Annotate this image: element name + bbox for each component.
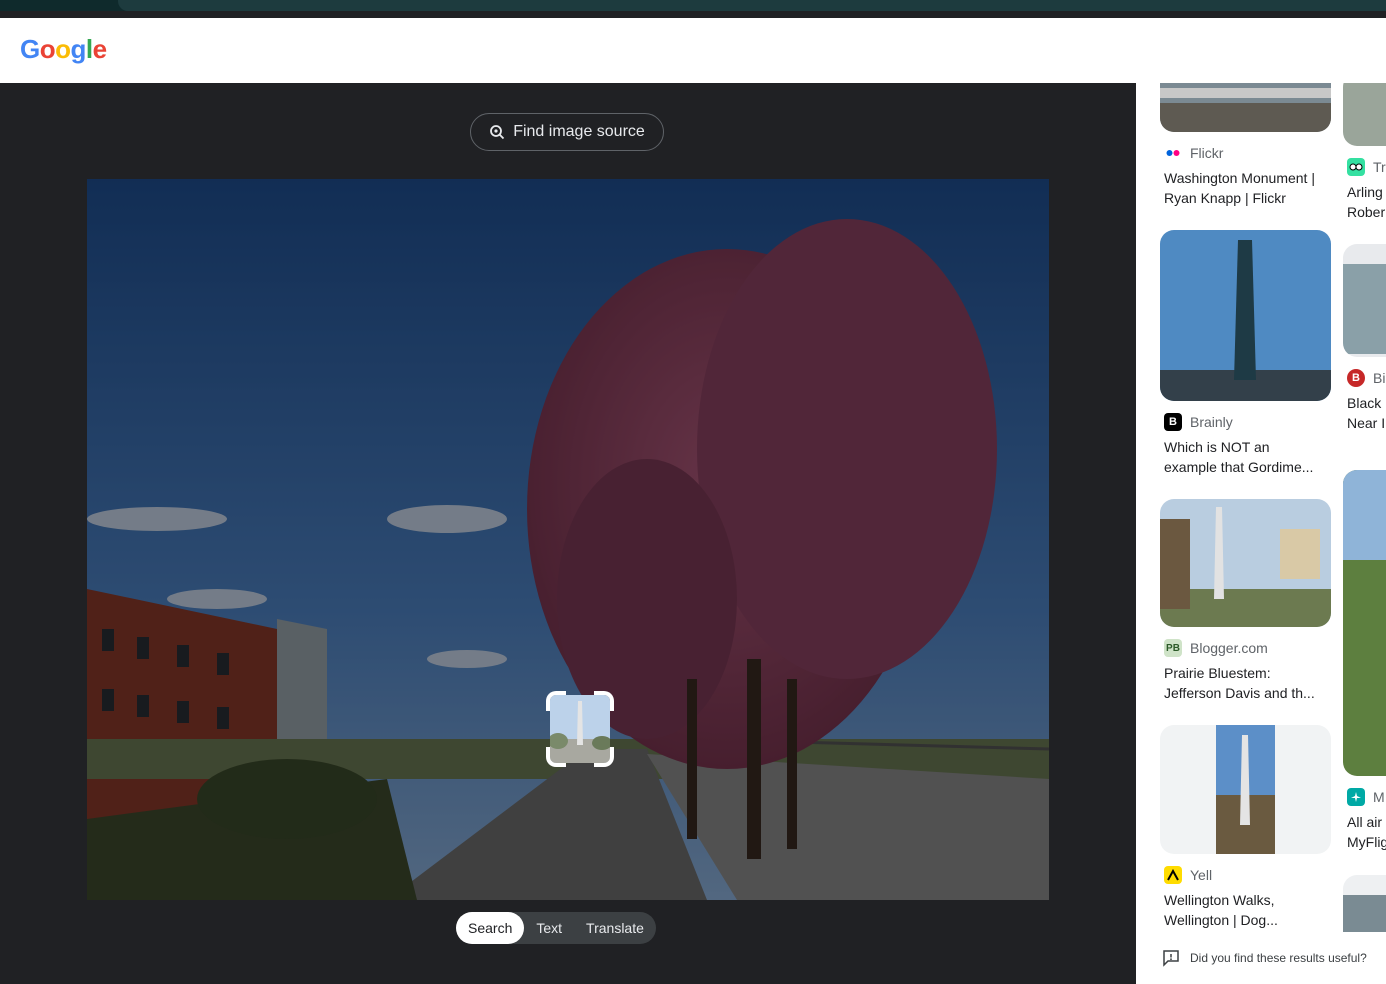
- find-image-source-label: Find image source: [513, 123, 645, 140]
- uploaded-photo[interactable]: [87, 179, 1049, 900]
- result-source-name: Brainly: [1190, 414, 1233, 430]
- result-thumbnail[interactable]: [1160, 83, 1331, 132]
- feedback-icon: [1163, 950, 1179, 967]
- blogger-icon: PB: [1164, 639, 1182, 657]
- result-title[interactable]: Arling Rober: [1343, 182, 1386, 222]
- browser-top-strip: [0, 0, 1386, 11]
- visual-matches-panel: Flickr Washington Monument | Ryan Knapp |…: [1136, 83, 1386, 984]
- result-thumbnail[interactable]: [1343, 244, 1386, 357]
- airplane-icon: [1347, 788, 1365, 806]
- lens-search-icon: [490, 125, 505, 140]
- result-source-name: Yell: [1190, 867, 1213, 883]
- result-thumbnail[interactable]: [1160, 230, 1331, 401]
- crop-handle-top-right[interactable]: [594, 691, 614, 711]
- crop-handle-top-left[interactable]: [546, 691, 566, 711]
- browser-address-strip[interactable]: [118, 0, 1386, 11]
- result-source: M: [1343, 788, 1386, 806]
- yell-icon: [1164, 866, 1182, 884]
- result-card[interactable]: M All air MyFlig: [1343, 470, 1386, 852]
- result-thumbnail[interactable]: [1160, 499, 1331, 627]
- result-card[interactable]: Tr Arling Rober: [1343, 83, 1386, 222]
- flickr-icon: [1164, 144, 1182, 162]
- result-title[interactable]: Which is NOT an example that Gordime...: [1160, 437, 1332, 477]
- crop-handle-bottom-left[interactable]: [546, 747, 566, 767]
- tab-text[interactable]: Text: [524, 912, 574, 944]
- result-card[interactable]: Yell Wellington Walks, Wellington | Dog..…: [1160, 725, 1332, 930]
- bi-icon: B: [1347, 369, 1365, 387]
- result-thumbnail[interactable]: [1343, 83, 1386, 146]
- result-card[interactable]: Flickr Washington Monument | Ryan Knapp |…: [1160, 83, 1332, 208]
- tab-translate[interactable]: Translate: [574, 912, 656, 944]
- tripadvisor-icon: [1347, 158, 1365, 176]
- result-title[interactable]: Wellington Walks, Wellington | Dog...: [1160, 890, 1332, 930]
- image-dim-overlay: [87, 179, 1049, 900]
- result-card[interactable]: B Brainly Which is NOT an example that Gor…: [1160, 230, 1332, 477]
- find-image-source-button[interactable]: Find image source: [470, 113, 664, 151]
- result-thumbnail[interactable]: [1343, 875, 1386, 935]
- feedback-prompt[interactable]: Did you find these results useful?: [1136, 932, 1386, 984]
- image-panel: Find image source Search Text Translate: [0, 83, 1136, 984]
- feedback-label: Did you find these results useful?: [1190, 951, 1367, 965]
- result-title[interactable]: All air MyFlig: [1343, 812, 1386, 852]
- tab-search[interactable]: Search: [456, 912, 525, 944]
- crop-selection-box[interactable]: [546, 691, 614, 767]
- result-source: Yell: [1160, 866, 1332, 884]
- brainly-icon: B: [1164, 413, 1182, 431]
- result-source: Flickr: [1160, 144, 1332, 162]
- result-title[interactable]: Black Near I: [1343, 393, 1386, 433]
- result-source-name: Tr: [1373, 159, 1386, 175]
- result-source: PB Blogger.com: [1160, 639, 1332, 657]
- result-source-name: Blogger.com: [1190, 640, 1268, 656]
- result-source: Tr: [1343, 158, 1386, 176]
- crop-handle-bottom-right[interactable]: [594, 747, 614, 767]
- result-thumbnail[interactable]: [1160, 725, 1331, 854]
- result-title[interactable]: Prairie Bluestem: Jefferson Davis and th.…: [1160, 663, 1332, 703]
- result-source: B Bi: [1343, 369, 1386, 387]
- result-card[interactable]: PB Blogger.com Prairie Bluestem: Jefferson…: [1160, 499, 1332, 703]
- google-logo[interactable]: Google: [20, 34, 107, 65]
- lens-header: Google: [0, 18, 1386, 84]
- result-source: B Brainly: [1160, 413, 1332, 431]
- result-card[interactable]: B Bi Black Near I: [1343, 244, 1386, 433]
- result-title[interactable]: Washington Monument | Ryan Knapp | Flickr: [1160, 168, 1332, 208]
- result-source-name: M: [1373, 789, 1385, 805]
- result-source-name: Flickr: [1190, 145, 1224, 161]
- lens-mode-tabs: Search Text Translate: [456, 912, 656, 944]
- result-source-name: Bi: [1373, 370, 1386, 386]
- result-card[interactable]: [1343, 875, 1386, 935]
- result-thumbnail[interactable]: [1343, 470, 1386, 776]
